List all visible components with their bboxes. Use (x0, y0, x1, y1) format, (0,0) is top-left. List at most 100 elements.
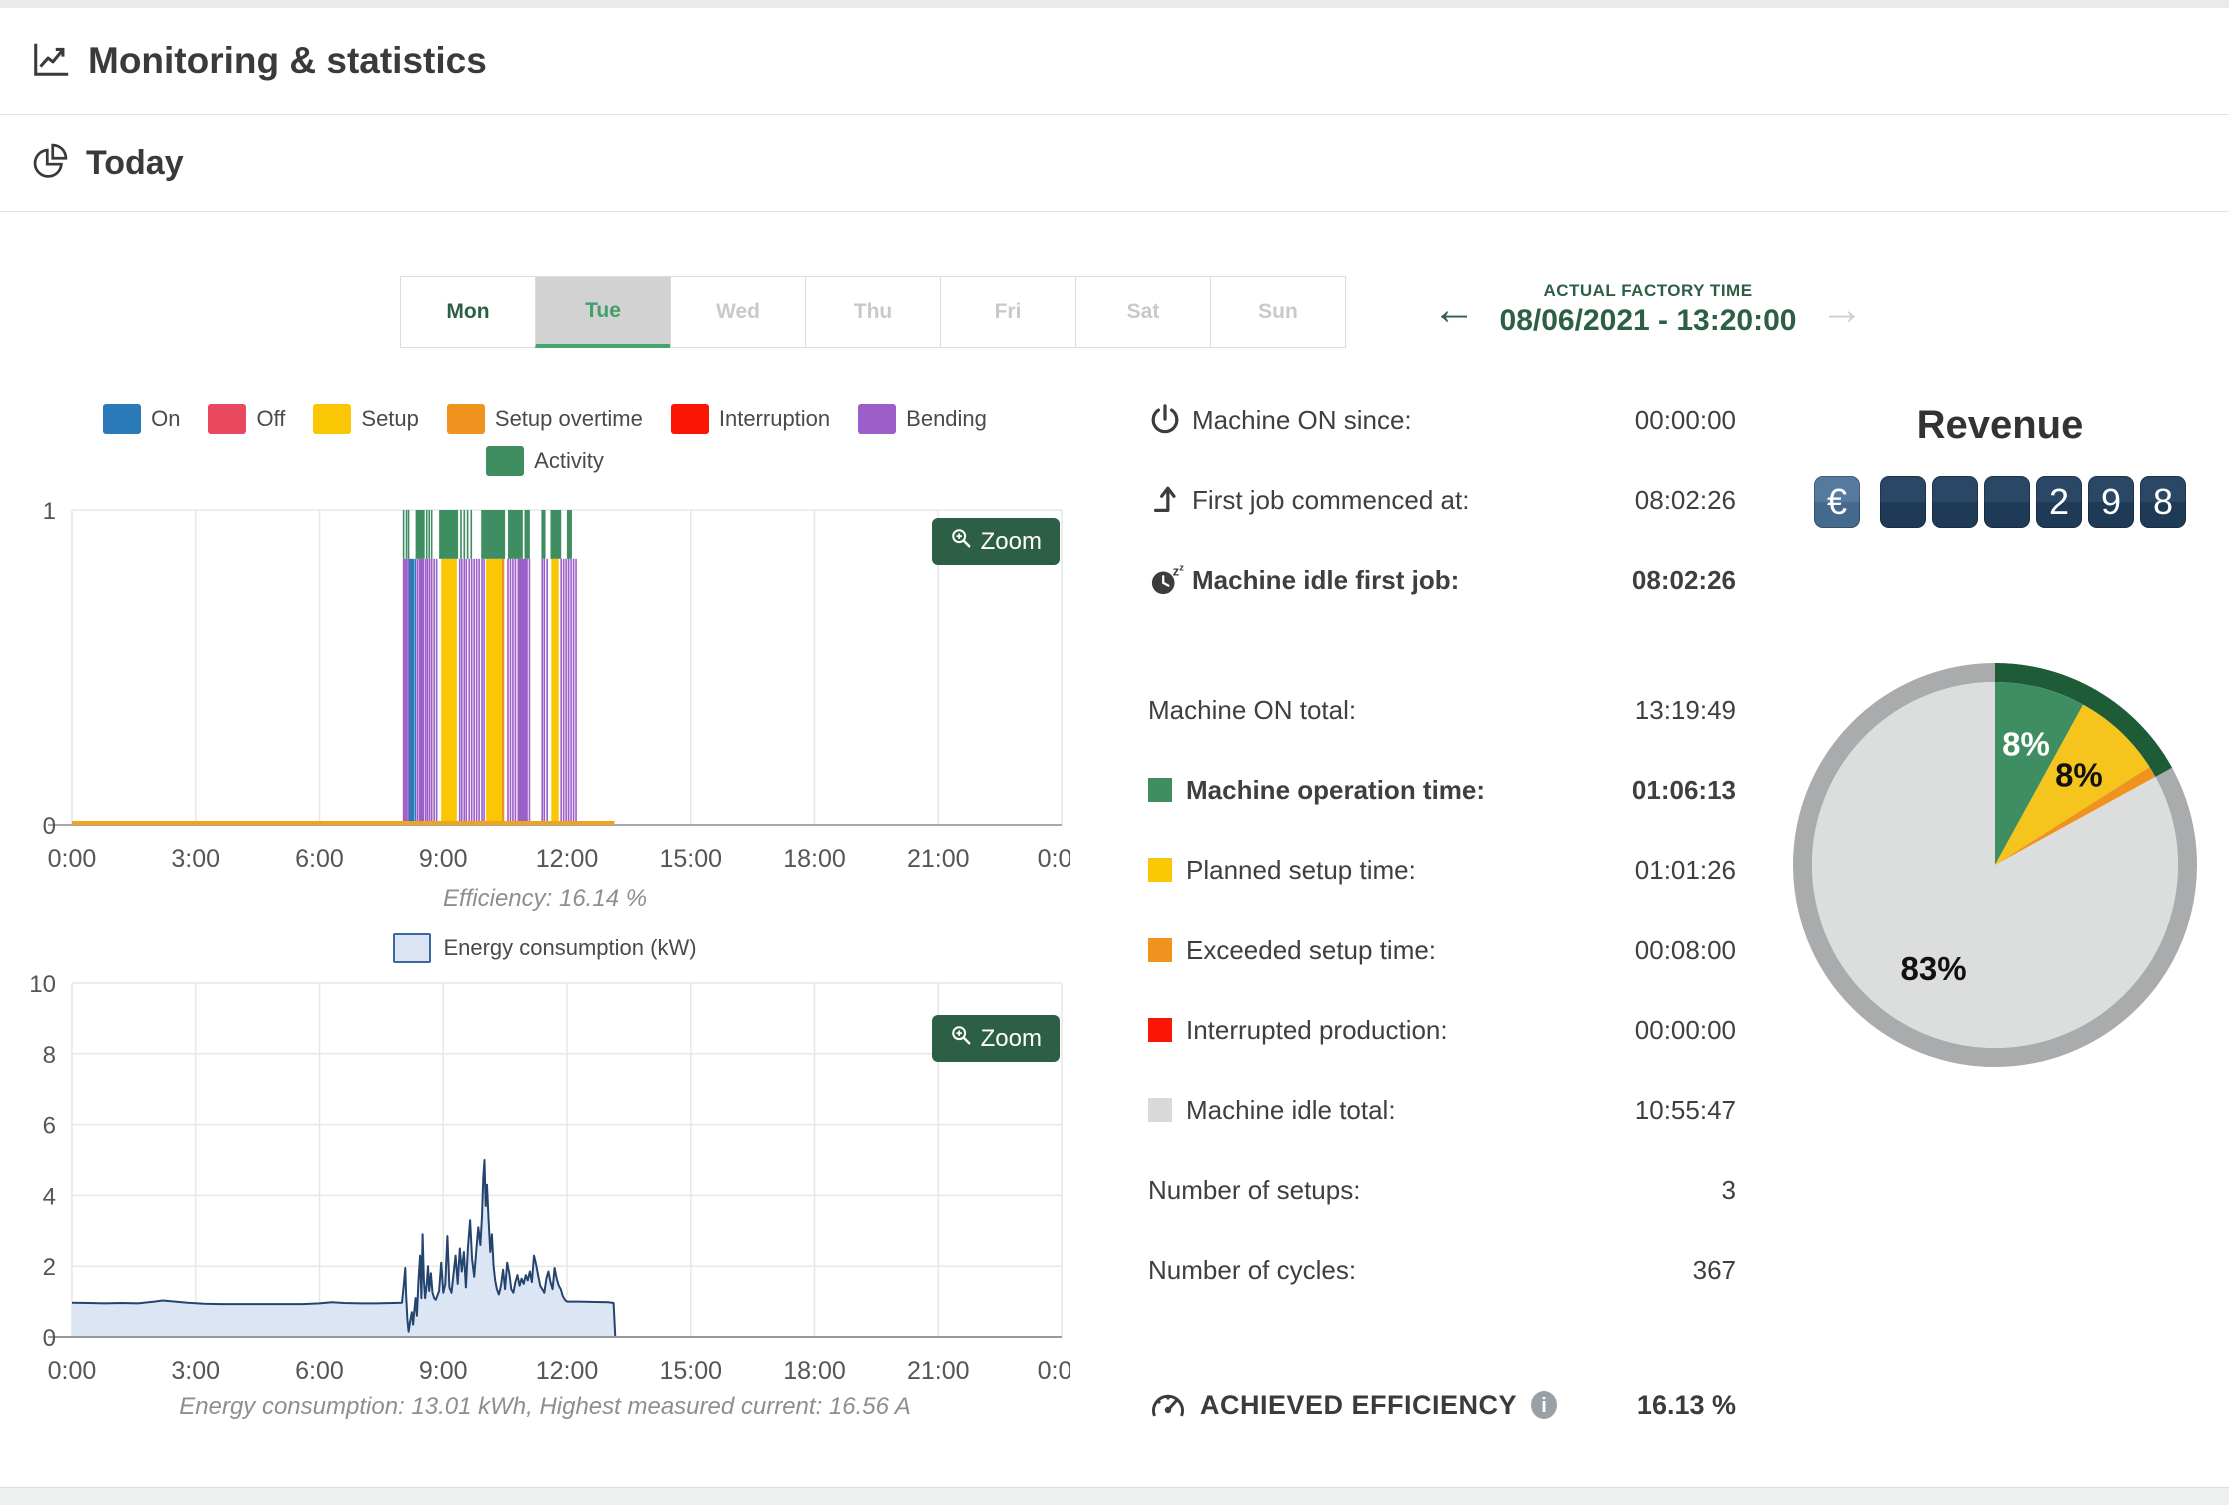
stat-label: Number of setups: (1148, 1174, 1361, 1205)
stat-value: 00:00:00 (1634, 404, 1736, 435)
stats-main-group: Machine ON total: 13:19:49 Machine operati… (1148, 670, 1736, 1310)
tab-sun[interactable]: Sun (1210, 276, 1346, 348)
page-title: Monitoring & statistics (88, 40, 487, 81)
previous-day-arrow[interactable]: ← (1432, 287, 1476, 332)
stat-row: Planned setup time: 01:01:26 (1148, 830, 1736, 910)
next-day-arrow[interactable]: → (1820, 287, 1864, 332)
energy-zoom-button[interactable]: Zoom (931, 1015, 1060, 1062)
stats-top-group: Machine ON since: 00:00:00 First job comme… (1148, 380, 1736, 620)
legend-label: On (151, 406, 181, 431)
tab-tue[interactable]: Tue (535, 276, 671, 348)
legend-label: Off (256, 406, 286, 431)
stat-value: 01:01:26 (1634, 854, 1736, 885)
legend-swatch (858, 404, 897, 434)
tab-mon[interactable]: Mon (400, 276, 536, 348)
svg-text:0:00: 0:00 (48, 1357, 97, 1385)
tab-thu[interactable]: Thu (805, 276, 941, 348)
svg-text:6: 6 (43, 1113, 56, 1140)
zoom-button-label: Zoom (980, 1024, 1042, 1052)
timeline-zoom-button[interactable]: Zoom (931, 518, 1060, 565)
state-legend-row2: Activity (486, 446, 604, 476)
svg-text:6:00: 6:00 (295, 1357, 344, 1385)
state-legend-row1: On Off Setup Setup overtime Interruption Bend… (103, 404, 987, 434)
stat-label: First job commenced at: (1192, 484, 1470, 515)
legend-item-on: On (103, 404, 180, 434)
idle-clock-icon: zz (1148, 563, 1192, 597)
legend-item-setup-overtime: Setup overtime (446, 404, 643, 434)
line-chart-icon (30, 38, 72, 85)
legend-item-off: Off (208, 404, 285, 434)
tab-wed[interactable]: Wed (670, 276, 806, 348)
legend-swatch (446, 404, 485, 434)
legend-label: Bending (906, 406, 987, 431)
stat-row: Number of cycles: 367 (1148, 1230, 1736, 1310)
stat-swatch (1148, 778, 1172, 802)
svg-text:3:00: 3:00 (171, 1357, 220, 1385)
stat-value: 10:55:47 (1634, 1094, 1736, 1125)
counter-digit-tile (1880, 476, 1926, 528)
revenue-counter: €2 9 8 (1790, 476, 2210, 528)
energy-chart-svg: 0 2 4 6 8 10 0:00 3:00 6:00 9:00 12:00 15:00 18:00 21… (29, 971, 1086, 1385)
counter-digit-tile: 9 (2088, 476, 2134, 528)
stat-label: Machine operation time: (1186, 774, 1486, 805)
stat-label: Planned setup time: (1186, 854, 1416, 885)
svg-text:12:00: 12:00 (536, 1357, 599, 1385)
section-header: Today (0, 116, 2229, 212)
top-strip (0, 0, 2229, 8)
legend-label: Setup (361, 406, 419, 431)
efficiency-caption: Efficiency: 16.14 % (442, 885, 648, 912)
tab-fri[interactable]: Fri (940, 276, 1076, 348)
stat-row: Machine ON total: 13:19:49 (1148, 670, 1736, 750)
magnifier-plus-icon (950, 1024, 972, 1053)
svg-text:3:00: 3:00 (171, 845, 220, 873)
energy-chart: 0 2 4 6 8 10 0:00 3:00 6:00 9:00 12:00 15:00 18:00 21… (20, 971, 1086, 1445)
legend-label: Setup overtime (494, 406, 643, 431)
stat-row: Number of setups: 3 (1148, 1150, 1736, 1230)
svg-text:6:00: 6:00 (295, 845, 344, 873)
legend-swatch (313, 404, 352, 434)
stat-label: Interrupted production: (1186, 1014, 1448, 1045)
stat-value: 367 (1692, 1254, 1736, 1285)
factory-time-block: ← ACTUAL FACTORY TIME 08/06/2021 - 13:20… (1432, 281, 1864, 338)
stat-value: 13:19:49 (1634, 694, 1736, 725)
tab-sat[interactable]: Sat (1075, 276, 1211, 348)
stat-row: Machine operation time: 01:06:13 (1148, 750, 1736, 830)
info-icon[interactable]: i (1529, 1390, 1559, 1420)
stat-label: Machine idle first job: (1192, 564, 1460, 595)
stat-row: Interrupted production: 00:00:00 (1148, 990, 1736, 1070)
stat-label: Machine ON since: (1192, 404, 1412, 435)
stat-row: Exceeded setup time: 00:08:00 (1148, 910, 1736, 990)
factory-time-value: 08/06/2021 - 13:20:00 (1499, 304, 1797, 337)
stat-label: Number of cycles: (1148, 1254, 1357, 1285)
svg-text:1: 1 (43, 498, 56, 525)
stat-value: 08:02:26 (1634, 484, 1736, 515)
svg-text:21:00: 21:00 (907, 1357, 970, 1385)
svg-text:i: i (1541, 1395, 1547, 1417)
stat-row: First job commenced at: 08:02:26 (1148, 460, 1736, 540)
legend-item-interruption: Interruption (670, 404, 830, 434)
svg-text:0:00: 0:00 (48, 845, 97, 873)
stat-value: 08:02:26 (1631, 564, 1736, 595)
legend-swatch (208, 404, 247, 434)
section-title: Today (86, 144, 184, 182)
stats-panel: Machine ON since: 00:00:00 First job comme… (1148, 380, 1736, 1445)
revenue-pie-chart: 8% 8% 83% (1785, 655, 2205, 1075)
energy-legend-label: Energy consumption (kW) (443, 935, 697, 960)
legend-swatch (486, 446, 525, 476)
legend-label: Activity (534, 448, 604, 473)
stats-gap (1148, 620, 1736, 670)
stat-swatch (1148, 1098, 1172, 1122)
pie-chart-icon (30, 141, 70, 186)
bottom-strip (0, 1487, 2229, 1505)
svg-text:0: 0 (43, 1325, 56, 1352)
svg-text:8: 8 (43, 1042, 56, 1069)
svg-text:9:00: 9:00 (419, 1357, 468, 1385)
legend-item-setup: Setup (313, 404, 419, 434)
power-icon (1148, 403, 1192, 437)
pie-slice-label: 8% (2002, 725, 2050, 762)
energy-legend: Energy consumption (kW) (20, 933, 1070, 963)
stat-label: Exceeded setup time: (1186, 934, 1437, 965)
svg-text:0: 0 (43, 813, 56, 840)
state-timeline-chart: 1 0 0:00 3:00 6:00 9:00 12:00 15:00 18:00 21:00 0:… (20, 495, 1087, 925)
pie-slice-label: 83% (1900, 950, 1966, 987)
